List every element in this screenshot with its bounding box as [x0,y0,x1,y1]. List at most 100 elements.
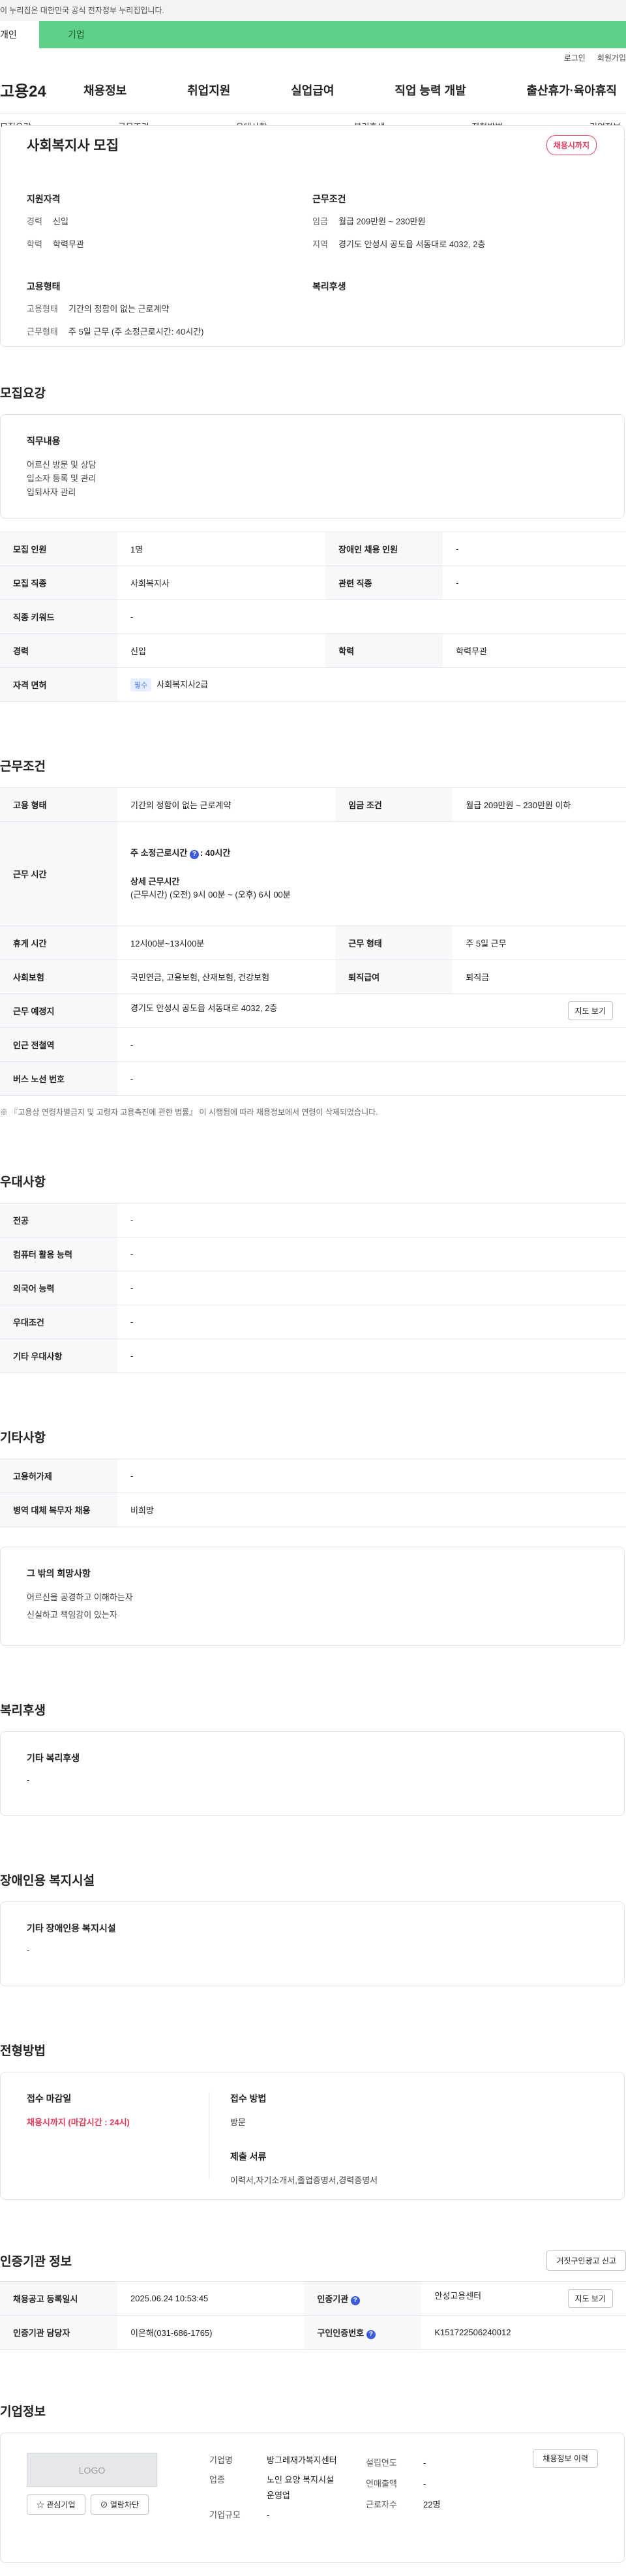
tab-company[interactable]: 기업 [39,21,626,48]
gnb-training[interactable]: 직업 능력 개발 [395,82,466,98]
duty-box: 직무내용 어르신 방문 및 상담 입소자 등록 및 관리 입퇴사자 관리 [0,414,625,519]
row-value: 기간의 정함이 없는 근로계약 [117,787,336,822]
row-label: 고용 형태 [0,787,117,822]
deadline-value: 채용시까지 (마감시간 : 24시) [27,2117,130,2127]
block-button[interactable]: ⊘ 열람차단 [90,2494,149,2515]
edu-value: 학력무관 [53,239,84,249]
report-button[interactable]: 거짓구인광고 신고 [546,2250,626,2271]
gnb-benefits[interactable]: 실업급여 [291,82,334,98]
pay-value: 월급 209만원 ~ 230만원 [338,217,426,226]
license-value: 사회복지사2급 [156,680,209,689]
row-value: 학력무관 [443,633,626,668]
table-row: 경력 신입 학력 학력무관 [0,633,626,668]
talent-item: 어르신을 공경하고 이해하는자 [27,1592,133,1602]
gov-banner: 이 누리집은 대한민국 공식 전자정부 누리집입니다. [0,0,626,21]
row-label: 직종 키워드 [0,599,117,634]
age-notice: ※ 『고용상 연령차별금지 및 고령자 고용촉진에 관한 법률』 이 시행됨에 … [0,1108,378,1117]
hours-main: 주 소정근로시간 [130,847,188,858]
table-row: 모집 직종 사회복지사 관련 직종 - [0,566,626,600]
name-value: 방그레재가복지센터 [267,2455,337,2465]
row-value: - [117,1203,626,1237]
row-value: 비희망 [117,1493,626,1527]
row-value: - [443,532,626,566]
talent-item: 신실하고 책임감이 있는자 [27,1610,117,1620]
career-value: 신입 [53,217,68,226]
site-logo[interactable]: 고용24 [0,78,83,101]
emp-heading: 고용형태 [27,281,61,292]
table-row: 근무 시간 주 소정근로시간 ?: 40시간 상세 근무시간 (근무시간) (오… [0,821,626,926]
method-value: 방문 [230,2117,246,2127]
job-summary-card: 사회복지사 모집 채용시까지 지원자격 경력 신입 학력 학력무관 고용형태 고용형… [0,125,625,347]
history-button[interactable]: 채용정보 이력 [533,2449,598,2468]
row-value: 안성고용센터 지도 보기 [421,2281,626,2316]
table-row: 전공 - [0,1203,626,1237]
pay-label: 임금 [312,217,328,226]
deadline-heading: 접수 마감일 [27,2093,72,2104]
star-icon: ☆ [37,2500,47,2509]
emp-label: 고용형태 [27,304,58,314]
pref-title: 우대사항 [0,1175,46,1189]
gnb-support[interactable]: 취업지원 [187,82,230,98]
cond-heading: 근무조건 [312,194,346,204]
map-button[interactable]: 지도 보기 [567,2289,613,2308]
loc-label: 지역 [312,239,328,249]
talent-box: 그 밖의 희망사항 어르신을 공경하고 이해하는자 신실하고 책임감이 있는자 [0,1547,625,1646]
gnb-leave[interactable]: 출산휴가·육아휴직 [527,82,617,98]
gnb-jobs[interactable]: 채용정보 [83,82,127,98]
table-row: 인증기관 담당자 이은해(031-686-1765) 구인인증번호 ? K151… [0,2315,626,2350]
row-label: 채용공고 등록일시 [0,2281,117,2316]
row-value: 주 5일 근무 [453,926,626,960]
year-value: - [423,2458,426,2468]
facility-title: 장애인용 복지시설 [0,1874,95,1888]
row-value: 퇴직금 [453,960,626,994]
table-row: 모집 인원 1명 장애인 채용 인원 - [0,532,626,566]
table-row: 휴게 시간 12시00분~13시00분 근무 형태 주 5일 근무 [0,926,626,960]
row-label: 인근 전철역 [0,1027,117,1062]
row-value: 경기도 안성시 공도읍 서동대로 4032, 2층 지도 보기 [117,993,626,1028]
top-tabs: 개인 기업 [0,21,626,48]
row-label: 전공 [0,1203,117,1237]
facility-box-heading: 기타 장애인용 복지시설 [27,1923,116,1933]
map-button[interactable]: 지도 보기 [567,1001,613,1020]
conditions-title: 근무조건 [0,760,46,774]
row-value: - [117,1305,626,1339]
welfare-box-heading: 기타 복리후생 [27,1753,80,1763]
row-value: 필수 사회복지사2급 [117,667,626,702]
method-heading: 접수 방법 [230,2093,267,2104]
row-value: 이은해(031-686-1765) [117,2315,305,2350]
hours-detail: (근무시간) (오전) 9시 00분 ~ (오후) 6시 00분 [130,889,291,900]
deadline-badge: 채용시까지 [546,135,597,155]
row-label: 인증기관 ? [304,2281,422,2316]
login-link[interactable]: 로그인 [564,52,586,63]
row-label: 외국어 능력 [0,1271,117,1305]
job-title: 사회복지사 모집 [27,138,119,153]
employees-value: 22명 [423,2500,441,2509]
gov-banner-text: 이 누리집은 대한민국 공식 전자정부 누리집입니다. [0,6,164,15]
tab-personal[interactable]: 개인 [0,21,39,48]
table-row: 인근 전철역 - [0,1027,626,1062]
hours-cell: 주 소정근로시간 ?: 40시간 상세 근무시간 (근무시간) (오전) 9시 … [117,821,626,926]
signup-link[interactable]: 회원가입 [597,52,626,63]
info-icon[interactable]: ? [366,2329,376,2339]
table-row: 사회보험 국민연금, 고용보험, 산재보험, 건강보험 퇴직급여 퇴직금 [0,960,626,994]
block-label: 열람차단 [110,2500,140,2509]
recruit-title: 모집요강 [0,387,46,401]
row-value: - [117,1027,626,1062]
info-icon[interactable]: ? [350,2296,360,2305]
row-value: - [117,1459,626,1493]
favorite-label: 관심기업 [46,2500,76,2509]
table-row: 외국어 능력 - [0,1271,626,1305]
table-row: 근무 예정지 경기도 안성시 공도읍 서동대로 4032, 2층 지도 보기 [0,993,626,1028]
process-title: 전형방법 [0,2044,46,2058]
favorite-button[interactable]: ☆ 관심기업 [27,2494,85,2515]
info-icon[interactable]: ? [189,849,199,859]
table-row: 기타 우대사항 - [0,1339,626,1373]
row-label: 구인인증번호 ? [304,2315,422,2350]
etc-title: 기타사항 [0,1431,46,1445]
conditions-table: 고용 형태 기간의 정함이 없는 근로계약 임금 조건 월급 209만원 ~ 2… [0,787,626,1096]
company-logo: LOGO [27,2453,157,2487]
table-row: 채용공고 등록일시 2025.06.24 10:53:45 인증기관 ? 안성고… [0,2281,626,2316]
row-label: 모집 인원 [0,532,117,566]
row-value: 12시00분~13시00분 [117,926,336,960]
welfare-title: 복리후생 [0,1704,46,1718]
